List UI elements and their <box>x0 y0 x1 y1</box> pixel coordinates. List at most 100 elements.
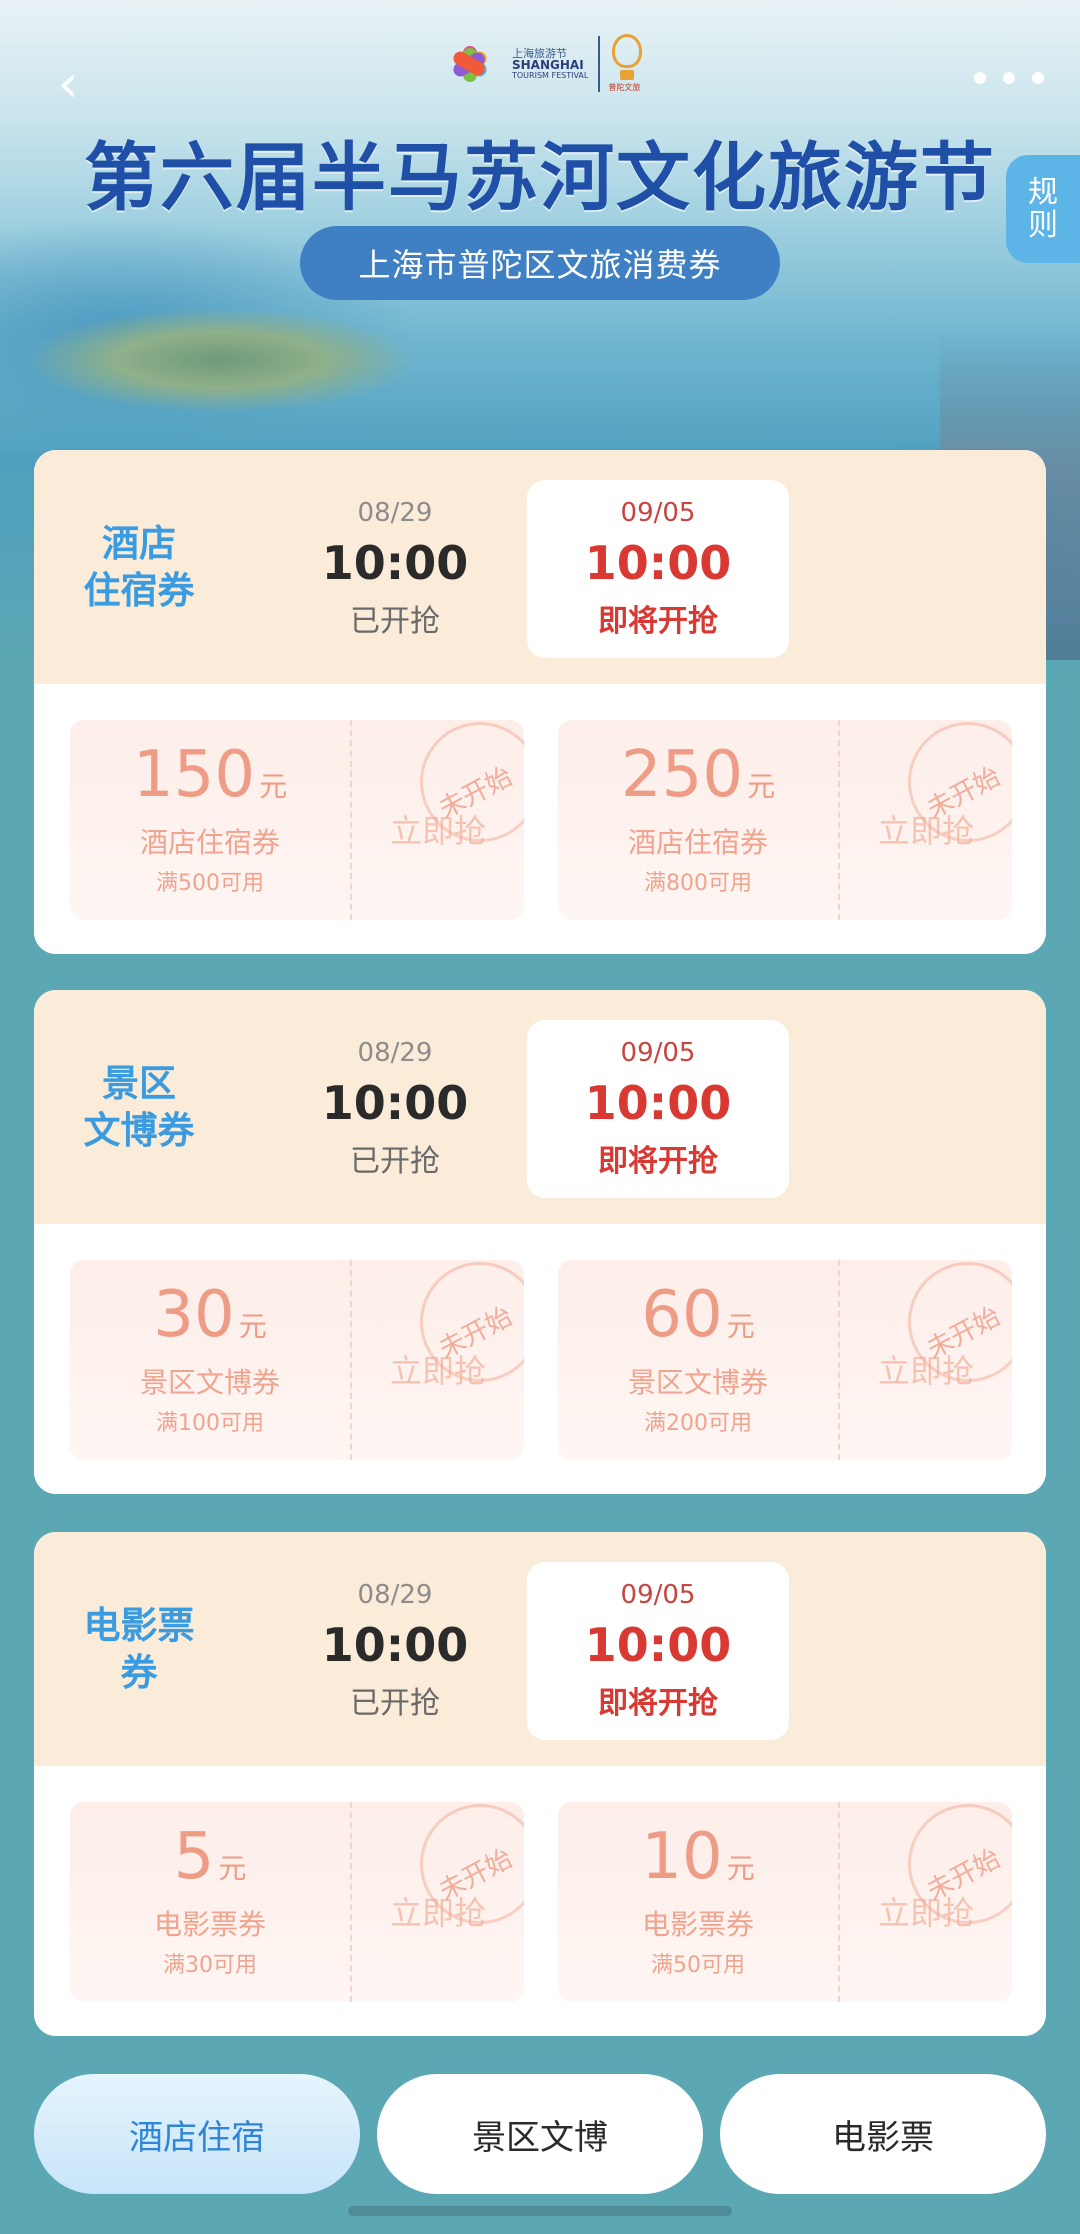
tab-scenic[interactable]: 景区文博 <box>377 2074 703 2194</box>
rules-label-1: 规 <box>1028 175 1058 210</box>
time-slot-started[interactable]: 08/29 10:00 已开抢 <box>264 1562 526 1740</box>
bulb-logo-caption: 普陀文旅 <box>608 83 641 92</box>
slot-time: 10:00 <box>321 1076 469 1130</box>
coupon-condition: 满500可用 <box>156 871 264 896</box>
section-coupons: 150 元 酒店住宿券 满500可用 未开始 立即抢 250 元 酒店住宿券 满… <box>34 684 1046 954</box>
section-title: 电影票 券 <box>83 1603 195 1694</box>
stamp-text: 未开始 <box>434 761 518 825</box>
coupon-card: 30 元 景区文博券 满100可用 未开始 立即抢 <box>70 1260 524 1460</box>
coupon-card: 150 元 酒店住宿券 满500可用 未开始 立即抢 <box>70 720 524 920</box>
section-hotel: 酒店 住宿券 08/29 10:00 已开抢 09/05 10:00 即将开抢 … <box>34 450 1046 954</box>
tab-movie[interactable]: 电影票 <box>720 2074 1046 2194</box>
coupon-card: 5 元 电影票券 满30可用 未开始 立即抢 <box>70 1802 524 2002</box>
grab-button[interactable]: 未开始 立即抢 <box>840 1260 1012 1460</box>
flower-logo-icon <box>438 32 502 96</box>
logo-line-2: SHANGHAI <box>512 58 584 73</box>
home-indicator[interactable] <box>348 2206 732 2216</box>
section-title: 酒店 住宿券 <box>83 521 195 612</box>
slot-date: 09/05 <box>620 498 696 528</box>
coupon-info: 10 元 电影票券 满50可用 <box>558 1802 840 2002</box>
rules-button[interactable]: 规 则 <box>1006 155 1080 263</box>
coupon-condition: 满50可用 <box>651 1953 745 1978</box>
coupon-amount: 5 <box>173 1820 215 1894</box>
coupon-info: 150 元 酒店住宿券 满500可用 <box>70 720 352 920</box>
coupon-condition: 满800可用 <box>644 871 752 896</box>
coupon-unit: 元 <box>726 1310 755 1343</box>
more-button[interactable] <box>974 58 1044 98</box>
stamp-text: 未开始 <box>434 1301 518 1365</box>
time-slot-upcoming[interactable]: 09/05 10:00 即将开抢 <box>527 1020 789 1198</box>
coupon-amount-row: 250 元 <box>621 743 775 807</box>
coupon-amount-row: 30 元 <box>153 1283 266 1347</box>
slot-date: 09/05 <box>620 1580 696 1610</box>
slot-time: 10:00 <box>584 536 732 590</box>
time-slot-upcoming[interactable]: 09/05 10:00 即将开抢 <box>527 1562 789 1740</box>
grab-button[interactable]: 未开始 立即抢 <box>352 720 524 920</box>
coupon-card: 10 元 电影票券 满50可用 未开始 立即抢 <box>558 1802 1012 2002</box>
more-dots-icon <box>974 72 986 84</box>
rules-label-2: 则 <box>1028 208 1058 243</box>
coupon-condition: 满100可用 <box>156 1411 264 1436</box>
coupon-amount: 150 <box>132 738 256 812</box>
coupon-name: 景区文博券 <box>139 1366 280 1399</box>
stamp-text: 未开始 <box>434 1843 518 1907</box>
section-header: 景区 文博券 08/29 10:00 已开抢 09/05 10:00 即将开抢 <box>34 990 1046 1224</box>
coupon-unit: 元 <box>259 770 288 803</box>
slot-time: 10:00 <box>321 1618 469 1672</box>
coupon-info: 30 元 景区文博券 满100可用 <box>70 1260 352 1460</box>
logo-text: 上海旅游节 SHANGHAI TOURISM FESTIVAL <box>512 48 588 81</box>
chevron-left-icon: ‹ <box>57 54 79 114</box>
grab-button[interactable]: 未开始 立即抢 <box>352 1802 524 2002</box>
slot-date: 09/05 <box>620 1038 696 1068</box>
grab-button[interactable]: 未开始 立即抢 <box>352 1260 524 1460</box>
back-button[interactable]: ‹ <box>44 54 92 114</box>
time-slot-started[interactable]: 08/29 10:00 已开抢 <box>264 1020 526 1198</box>
coupon-amount-row: 150 元 <box>133 743 287 807</box>
stamp-text: 未开始 <box>922 1301 1006 1365</box>
coupon-amount: 10 <box>641 1820 723 1894</box>
section-coupons: 5 元 电影票券 满30可用 未开始 立即抢 10 元 电影票券 满50可用 未… <box>34 1766 1046 2036</box>
slot-date: 08/29 <box>357 498 433 528</box>
section-scenic: 景区 文博券 08/29 10:00 已开抢 09/05 10:00 即将开抢 … <box>34 990 1046 1494</box>
coupon-name: 景区文博券 <box>627 1366 768 1399</box>
coupon-amount-row: 60 元 <box>641 1283 754 1347</box>
slot-date: 08/29 <box>357 1580 433 1610</box>
coupon-amount-row: 10 元 <box>641 1825 754 1889</box>
coupon-amount: 250 <box>620 738 744 812</box>
coupon-name: 电影票券 <box>641 1908 754 1941</box>
coupon-unit: 元 <box>747 770 776 803</box>
slot-time: 10:00 <box>584 1076 732 1130</box>
coupon-name: 酒店住宿券 <box>139 826 280 859</box>
logo-divider <box>598 36 601 92</box>
section-header: 电影票 券 08/29 10:00 已开抢 09/05 10:00 即将开抢 <box>34 1532 1046 1766</box>
festival-logo: 上海旅游节 SHANGHAI TOURISM FESTIVAL 普陀文旅 <box>438 28 648 100</box>
slot-status: 即将开抢 <box>598 1144 718 1179</box>
section-movie: 电影票 券 08/29 10:00 已开抢 09/05 10:00 即将开抢 5… <box>34 1532 1046 2036</box>
coupon-info: 60 元 景区文博券 满200可用 <box>558 1260 840 1460</box>
stamp-text: 未开始 <box>922 1843 1006 1907</box>
coupon-info: 250 元 酒店住宿券 满800可用 <box>558 720 840 920</box>
grab-button[interactable]: 未开始 立即抢 <box>840 1802 1012 2002</box>
time-slot-upcoming[interactable]: 09/05 10:00 即将开抢 <box>527 480 789 658</box>
tab-hotel[interactable]: 酒店住宿 <box>34 2074 360 2194</box>
coupon-card: 60 元 景区文博券 满200可用 未开始 立即抢 <box>558 1260 1012 1460</box>
grab-button[interactable]: 未开始 立即抢 <box>840 720 1012 920</box>
section-coupons: 30 元 景区文博券 满100可用 未开始 立即抢 60 元 景区文博券 满20… <box>34 1224 1046 1494</box>
slot-status: 已开抢 <box>350 1144 440 1179</box>
slot-date: 08/29 <box>357 1038 433 1068</box>
bulb-logo-icon: 普陀文旅 <box>608 34 644 94</box>
logo-line-3: TOURISM FESTIVAL <box>512 70 589 80</box>
coupon-condition: 满30可用 <box>163 1953 257 1978</box>
coupon-name: 电影票券 <box>153 1908 266 1941</box>
coupon-name: 酒店住宿券 <box>627 826 768 859</box>
time-slot-started[interactable]: 08/29 10:00 已开抢 <box>264 480 526 658</box>
coupon-amount: 30 <box>153 1278 235 1352</box>
coupon-unit: 元 <box>218 1852 247 1885</box>
slot-status: 即将开抢 <box>598 604 718 639</box>
category-tabs: 酒店住宿 景区文博 电影票 <box>34 2074 1046 2194</box>
more-dot <box>1003 72 1015 84</box>
slot-time: 10:00 <box>321 536 469 590</box>
slot-status: 已开抢 <box>350 1686 440 1721</box>
coupon-unit: 元 <box>238 1310 267 1343</box>
coupon-info: 5 元 电影票券 满30可用 <box>70 1802 352 2002</box>
